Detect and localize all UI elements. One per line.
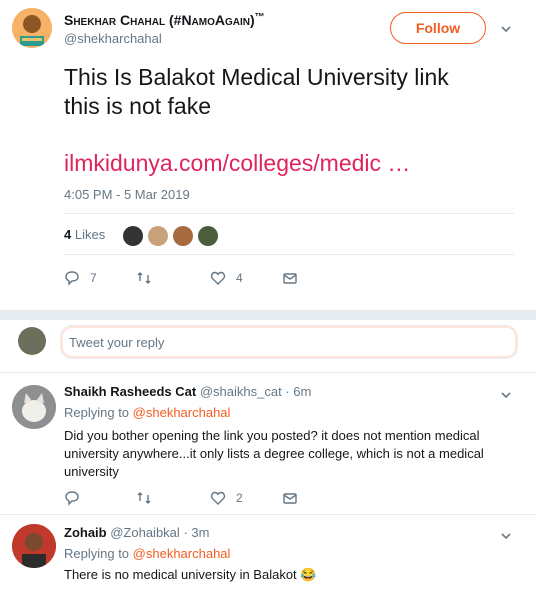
reply-text: There is no medical university in Balako… <box>64 567 317 582</box>
reply-author-handle[interactable]: @Zohaibkal <box>110 525 180 540</box>
envelope-icon <box>283 493 297 504</box>
reply-icon <box>65 491 79 506</box>
like-count: 4 <box>236 271 243 285</box>
dm-button[interactable] <box>282 270 298 286</box>
divider <box>64 213 514 214</box>
like-button[interactable]: 4 <box>210 270 243 286</box>
reply-header: Shaikh Rasheeds Cat @shaikhs_cat · 6m <box>64 384 311 399</box>
divider <box>0 514 536 515</box>
retweet-button[interactable] <box>136 490 152 506</box>
replying-handle[interactable]: @shekharchahal <box>133 546 231 561</box>
reply-icon <box>65 271 79 286</box>
envelope-icon <box>283 273 297 284</box>
tweet-link[interactable]: ilmkidunya.com/colleges/medic … <box>64 150 410 177</box>
retweet-icon <box>137 492 151 504</box>
person-avatar-image <box>12 524 56 568</box>
chevron-down-icon[interactable] <box>500 388 512 400</box>
current-user-avatar[interactable] <box>18 327 46 355</box>
author-avatar-image <box>12 8 52 48</box>
replying-label: Replying to <box>64 546 130 561</box>
divider <box>0 372 536 373</box>
reply-avatar[interactable] <box>12 385 56 429</box>
reply-button[interactable]: 7 <box>64 270 97 286</box>
heart-icon <box>210 271 226 285</box>
author-name[interactable]: Shekhar Chahal (#NamoAgain)™ <box>64 12 265 28</box>
tweet-timestamp[interactable]: 4:05 PM - 5 Mar 2019 <box>64 187 190 202</box>
reply-button[interactable] <box>64 490 80 506</box>
chevron-down-icon[interactable] <box>500 529 512 541</box>
follow-button[interactable]: Follow <box>390 12 486 44</box>
heart-icon <box>210 491 226 505</box>
replying-to: Replying to @shekharchahal <box>64 405 230 420</box>
replying-handle[interactable]: @shekharchahal <box>133 405 231 420</box>
like-button[interactable]: 2 <box>210 490 243 506</box>
tweet-text-line2: this is not fake <box>64 93 212 119</box>
replying-to: Replying to @shekharchahal <box>64 546 230 561</box>
reply-input[interactable]: Tweet your reply <box>60 325 518 359</box>
dm-button[interactable] <box>282 490 298 506</box>
liker-avatar[interactable] <box>123 226 143 246</box>
reply-time[interactable]: · 3m <box>183 525 209 540</box>
likes-count: 4 <box>64 227 72 242</box>
divider <box>64 254 514 255</box>
trademark: ™ <box>254 12 265 23</box>
reply-header: Zohaib @Zohaibkal · 3m <box>64 525 209 540</box>
retweet-icon <box>137 272 151 284</box>
liker-avatar[interactable] <box>198 226 218 246</box>
reply-author-handle[interactable]: @shaikhs_cat <box>200 384 282 399</box>
divider <box>0 310 536 320</box>
cat-avatar-image <box>12 385 56 429</box>
reply-author-name[interactable]: Zohaib <box>64 525 107 540</box>
liker-avatar[interactable] <box>148 226 168 246</box>
likes-summary[interactable]: 4 Likes <box>64 227 105 242</box>
liker-avatar[interactable] <box>173 226 193 246</box>
author-avatar[interactable] <box>12 8 52 48</box>
reply-avatar[interactable] <box>12 524 56 568</box>
reply-count: 7 <box>90 271 97 285</box>
reply-time[interactable]: · 6m <box>285 384 311 399</box>
chevron-down-icon[interactable] <box>500 22 512 34</box>
author-handle[interactable]: @shekharchahal <box>64 31 162 46</box>
reply-author-name[interactable]: Shaikh Rasheeds Cat <box>64 384 196 399</box>
likes-label: Likes <box>74 227 106 242</box>
retweet-button[interactable] <box>136 270 152 286</box>
tweet-text-line1: This Is Balakot Medical University link <box>64 64 449 90</box>
reply-text: Did you bother opening the link you post… <box>64 428 484 479</box>
like-count: 2 <box>236 491 243 505</box>
replying-label: Replying to <box>64 405 130 420</box>
